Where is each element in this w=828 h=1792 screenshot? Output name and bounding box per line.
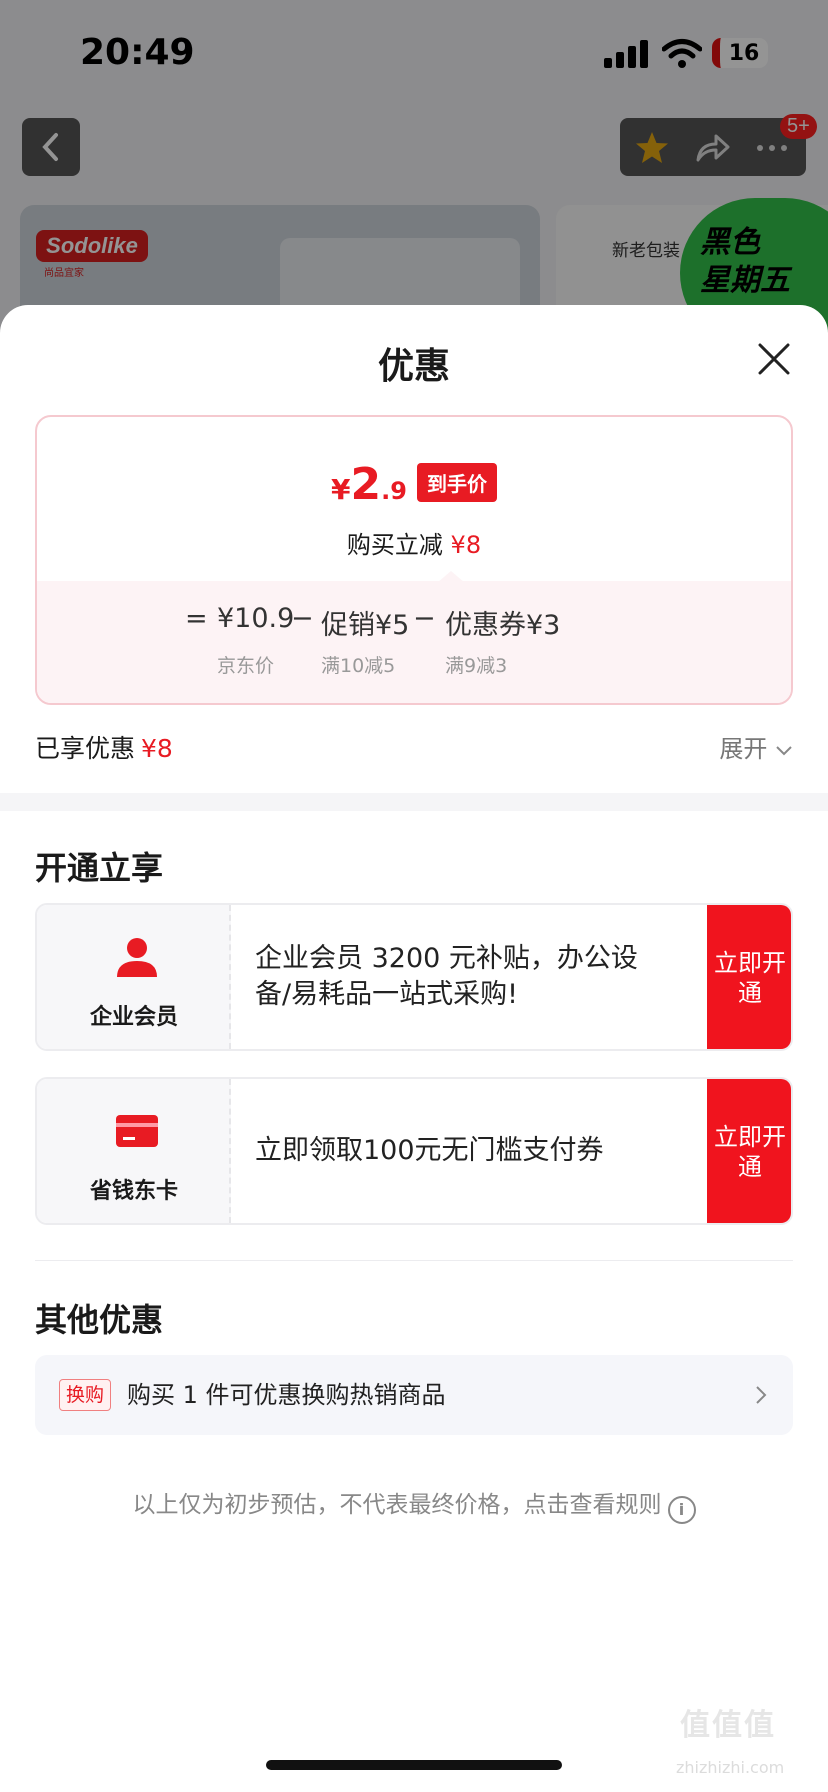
swap-offer-row[interactable]: 换购 购买 1 件可优惠换购热销商品 [35, 1355, 793, 1435]
final-price-tag: 到手价 [416, 463, 497, 502]
home-indicator [266, 1760, 562, 1770]
price-breakdown-card: ¥2.9 到手价 购买立减 ¥8 = ¥10.9 − 促销¥5 − 优惠券¥3 京… [35, 415, 793, 705]
enjoyed-label: 已享优惠 [35, 734, 136, 763]
price-calculation: = ¥10.9 − 促销¥5 − 优惠券¥3 [37, 603, 791, 643]
disclaimer[interactable]: 以上仅为初步预估，不代表最终价格，点击查看规则 i [0, 1485, 828, 1524]
watermark-url: zhizhizhi.com [676, 1758, 785, 1777]
minus-sign: − [291, 603, 314, 634]
expand-label: 展开 [719, 735, 768, 763]
instant-discount: 购买立减 ¥8 [37, 525, 791, 560]
disclaimer-text: 以上仅为初步预估，不代表最终价格，点击查看规则 [132, 1492, 662, 1518]
equals-sign: = [185, 603, 208, 634]
savings-card[interactable]: 省钱东卡 立即领取100元无门槛支付券 立即开通 [35, 1077, 793, 1225]
enterprise-member-card[interactable]: 企业会员 企业会员 3200 元补贴，办公设备/易耗品一站式采购! 立即开通 [35, 903, 793, 1051]
jd-price-label: 京东价 [217, 655, 275, 677]
card-icon [116, 1115, 158, 1147]
product-page-backdrop: 20:49 16 5+ Sodolike 尚品宜家 新老包装 黑色 星期五 [0, 0, 828, 340]
price-integer: 2 [350, 459, 382, 510]
coupon-rule: 满9减3 [445, 655, 508, 677]
final-price: ¥2.9 到手价 [37, 459, 791, 510]
open-section-title: 开通立享 [35, 849, 164, 887]
enjoyed-amount: ¥8 [141, 734, 173, 763]
expand-button[interactable]: 展开 [719, 729, 793, 764]
instant-discount-label: 购买立减 [346, 531, 443, 559]
member-description: 企业会员 3200 元补贴，办公设备/易耗品一站式采购! [255, 943, 638, 1010]
jd-price: ¥10.9 [217, 603, 295, 634]
enjoyed-discount-row: 已享优惠 ¥8 展开 [35, 729, 793, 765]
person-icon [117, 938, 157, 977]
member-card-left: 企业会员 [37, 905, 231, 1049]
price-decimal: .9 [381, 477, 407, 505]
price-currency: ¥ [331, 473, 351, 506]
chevron-down-icon [776, 746, 792, 756]
divider [35, 1260, 793, 1261]
price-card-bottom [37, 581, 791, 703]
sheet-title: 优惠 [377, 346, 450, 387]
member-card-left: 省钱东卡 [37, 1079, 231, 1223]
price-calculation-notes: 京东价 满10减5 满9减3 [37, 651, 791, 677]
swap-text: 购买 1 件可优惠换购热销商品 [127, 1381, 446, 1409]
minus-sign: − [413, 603, 436, 634]
discount-sheet: 优惠 ¥2.9 到手价 购买立减 ¥8 = ¥10.9 − 促销¥5 − 优惠券¥… [0, 305, 828, 1792]
watermark-logo: 值值值 [680, 1708, 776, 1743]
member-name: 省钱东卡 [89, 1179, 178, 1204]
other-section-title: 其他优惠 [35, 1301, 164, 1339]
activate-button[interactable]: 立即开通 [707, 905, 791, 1049]
member-description: 立即领取100元无门槛支付券 [255, 1135, 604, 1166]
close-icon[interactable] [752, 337, 796, 381]
section-divider [0, 793, 828, 811]
caret-pointer [437, 571, 465, 583]
instant-discount-amount: ¥8 [450, 531, 482, 559]
promo-discount: 促销¥5 [321, 610, 410, 641]
info-icon[interactable]: i [667, 1496, 696, 1524]
member-name: 企业会员 [89, 1005, 178, 1030]
promo-rule: 满10减5 [321, 655, 396, 677]
activate-button[interactable]: 立即开通 [707, 1079, 791, 1223]
swap-tag: 换购 [59, 1379, 112, 1411]
chevron-right-icon [756, 1386, 767, 1404]
dim-overlay[interactable] [0, 0, 828, 340]
coupon-discount: 优惠券¥3 [445, 610, 561, 641]
